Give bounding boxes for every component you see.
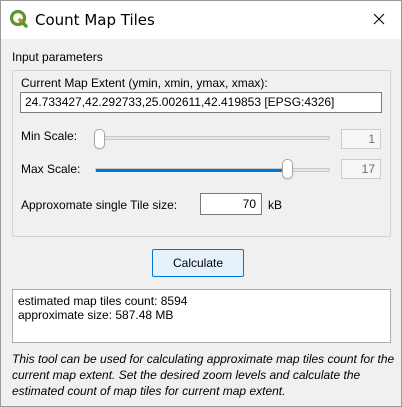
max-scale-spinbox[interactable]: 17 <box>341 159 381 179</box>
count-map-tiles-dialog: Count Map Tiles Input parameters Current… <box>0 0 402 407</box>
tile-size-input[interactable]: 70 <box>200 193 262 215</box>
min-scale-spinbox[interactable]: 1 <box>341 129 381 149</box>
min-scale-slider-handle[interactable] <box>94 129 105 149</box>
results-output: estimated map tiles count: 8594 approxim… <box>12 289 391 343</box>
calculate-button[interactable]: Calculate <box>152 249 244 277</box>
close-button[interactable] <box>357 1 401 39</box>
input-parameters-label: Input parameters <box>12 50 103 64</box>
map-extent-field[interactable]: 24.733427,42.292733,25.002611,42.419853 … <box>20 92 382 113</box>
tile-size-label: Approxomate single Tile size: <box>21 198 178 212</box>
tiles-count-result: estimated map tiles count: 8594 <box>18 294 188 308</box>
tile-size-unit: kB <box>268 198 283 212</box>
help-text: This tool can be used for calculating ap… <box>12 352 395 398</box>
max-scale-label: Max Scale: <box>21 162 81 176</box>
max-scale-slider-fill <box>96 169 286 172</box>
min-scale-label: Min Scale: <box>21 129 78 143</box>
title-bar: Count Map Tiles <box>1 1 401 39</box>
max-scale-slider-handle[interactable] <box>282 159 293 179</box>
close-icon <box>373 13 385 28</box>
min-scale-slider-track[interactable] <box>95 136 330 140</box>
map-extent-label: Current Map Extent (ymin, xmin, ymax, xm… <box>21 76 268 90</box>
approx-size-result: approximate size: 587.48 MB <box>18 308 174 322</box>
qgis-icon <box>9 9 29 29</box>
window-title: Count Map Tiles <box>35 11 155 29</box>
